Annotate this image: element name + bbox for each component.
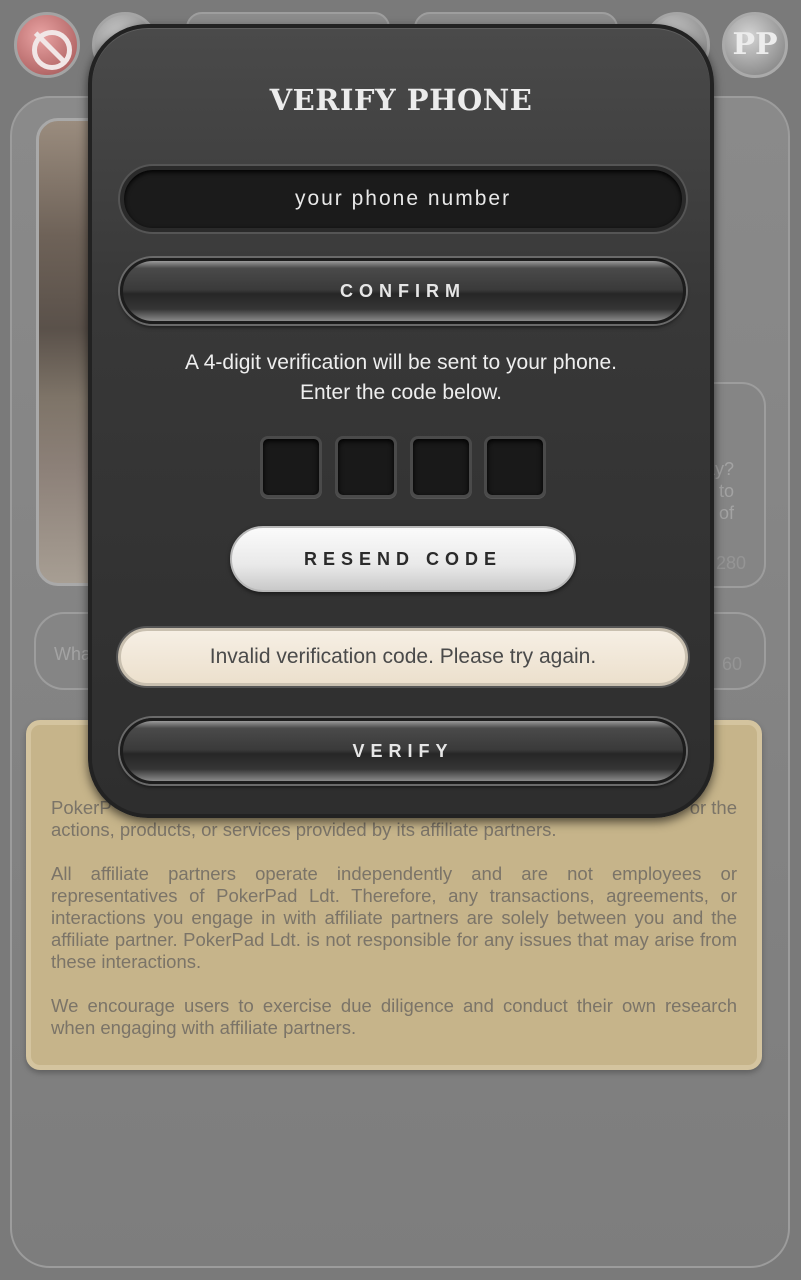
code-digit-3[interactable] [410,436,472,498]
verify-phone-modal: VERIFY PHONE your phone number CONFIRM A… [88,24,714,818]
verification-info: A 4-digit verification will be sent to y… [92,348,710,408]
block-button[interactable] [14,12,80,78]
resend-code-button[interactable]: RESEND CODE [230,526,576,592]
info-line-1: A 4-digit verification will be sent to y… [185,351,617,374]
disclaimer-paragraph-2: All affiliate partners operate independe… [51,863,737,972]
code-digit-4[interactable] [484,436,546,498]
error-message: Invalid verification code. Please try ag… [118,628,688,686]
disclaimer-paragraph-3: We encourage users to exercise due dilig… [51,995,737,1038]
phone-number-input[interactable]: your phone number [120,166,686,232]
verify-button[interactable]: VERIFY [120,718,686,784]
confirm-button[interactable]: CONFIRM [120,258,686,324]
code-digit-1[interactable] [260,436,322,498]
modal-title: VERIFY PHONE [269,83,533,117]
code-digit-2[interactable] [335,436,397,498]
card-number: 280 [715,553,746,573]
pokerpad-logo-icon[interactable]: PP [722,12,788,78]
info-line-2: Enter the code below. [300,381,502,404]
